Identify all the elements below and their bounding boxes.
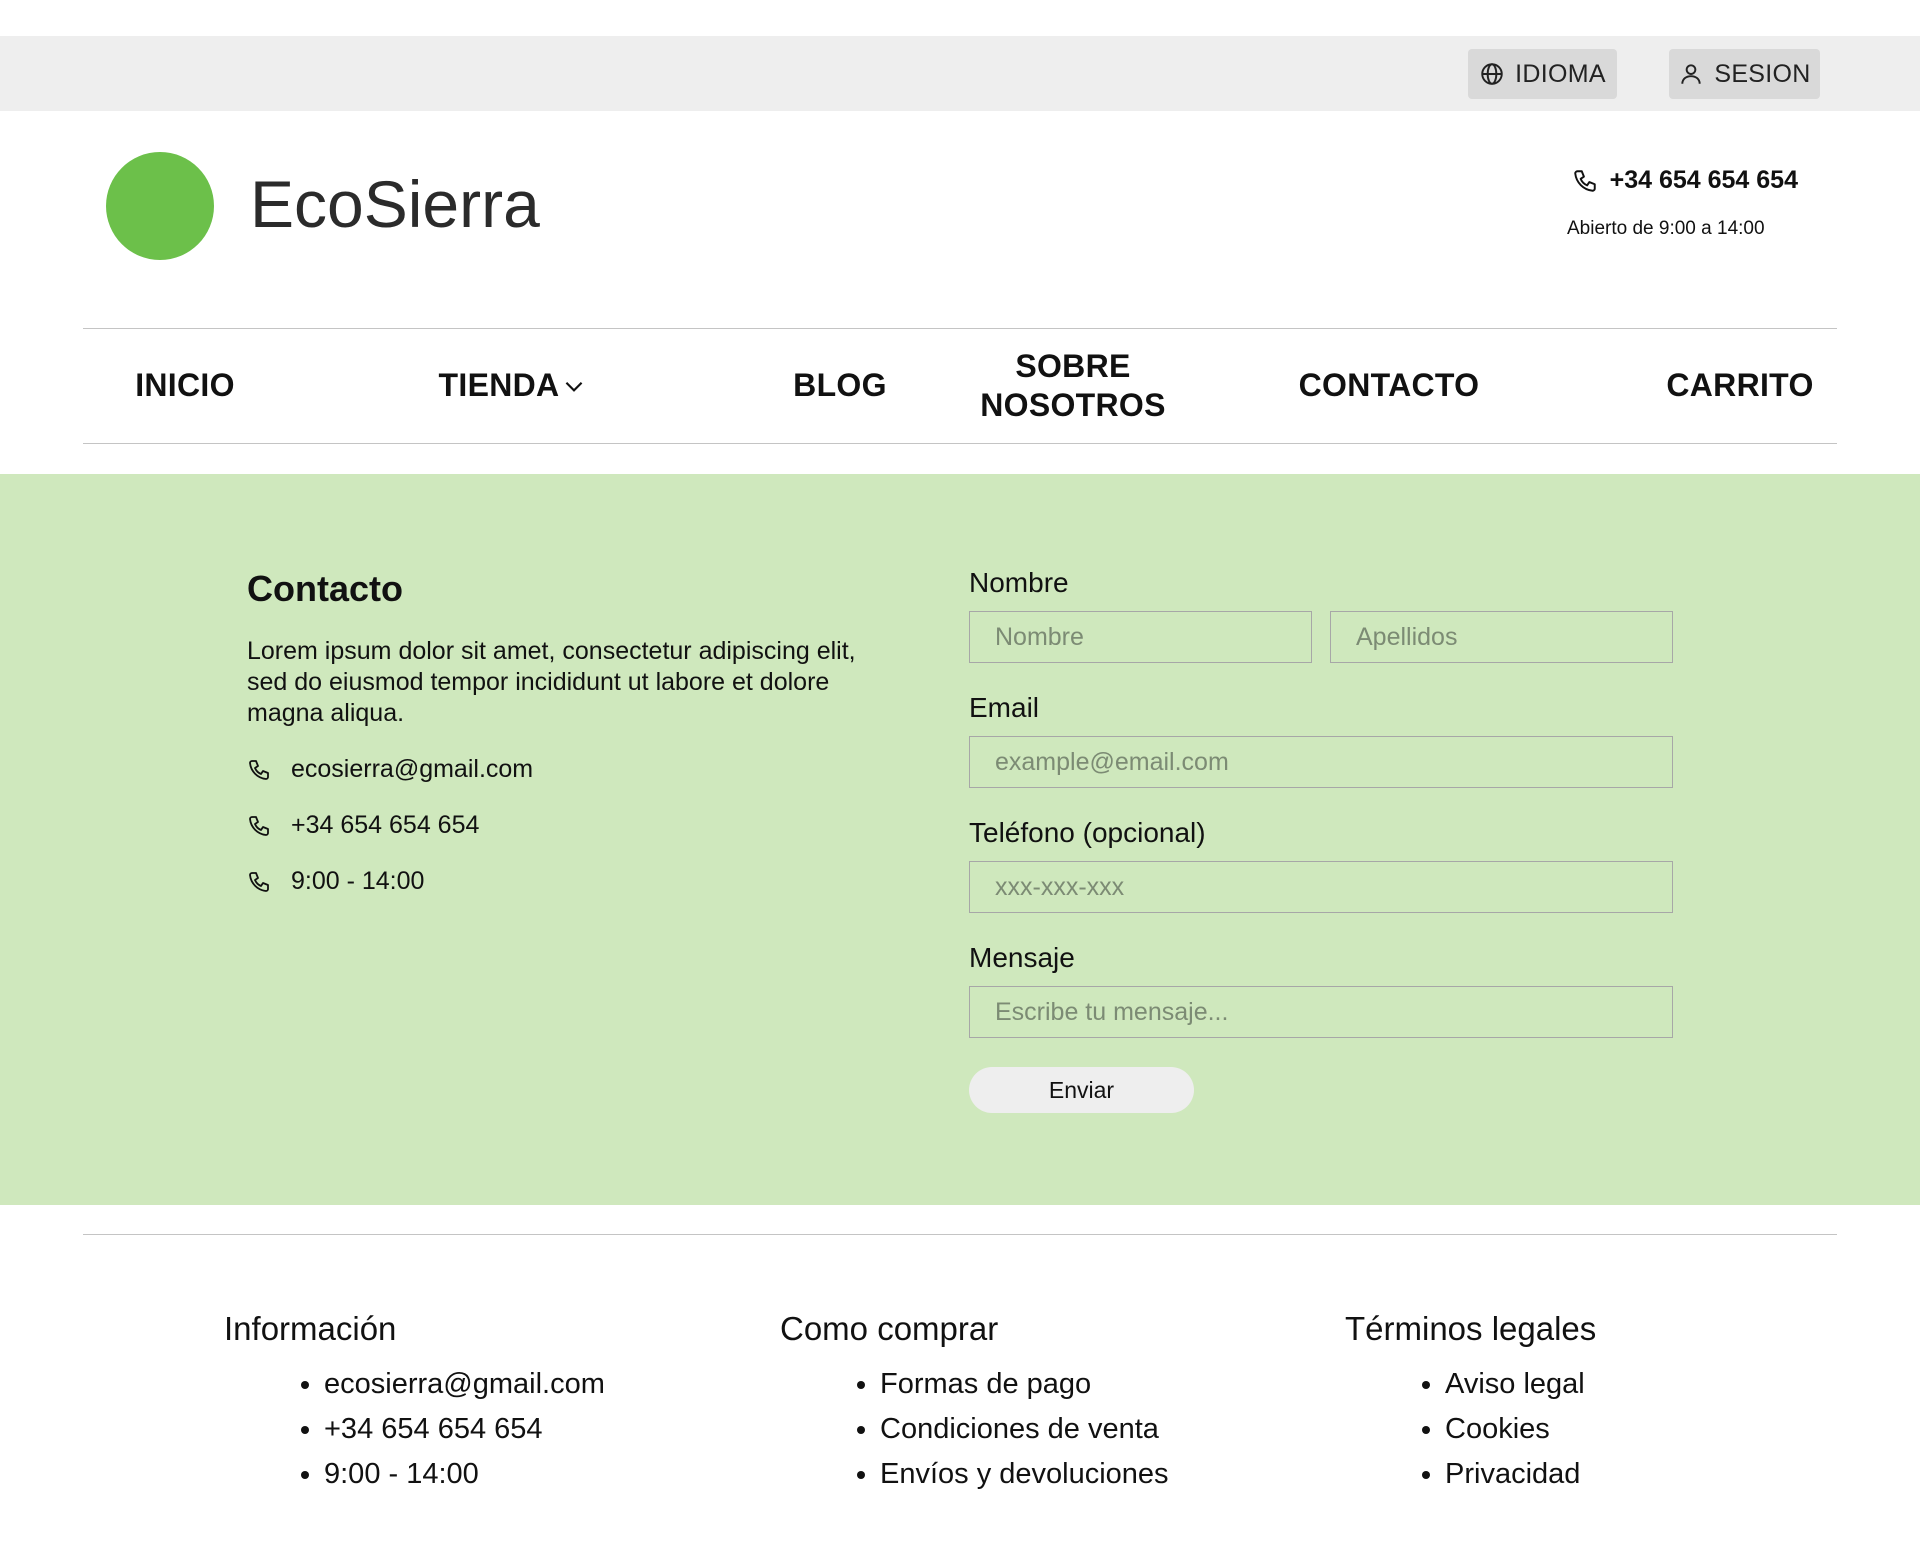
header-phone: +34 654 654 654: [1572, 166, 1798, 195]
nav-item-contacto[interactable]: CONTACTO: [1283, 328, 1495, 443]
footer-column-title: Términos legales: [1345, 1310, 1597, 1347]
logo[interactable]: [106, 152, 214, 260]
footer-column-title: Información: [224, 1310, 397, 1347]
header-phone-number: +34 654 654 654: [1609, 166, 1798, 194]
contact-email: ecosierra@gmail.com: [247, 755, 533, 784]
footer-column-como-comprar: Como comprar Formas de pago Condiciones …: [780, 1310, 1169, 1497]
contact-hours: 9:00 - 14:00: [247, 867, 424, 896]
contact-email-text: ecosierra@gmail.com: [291, 755, 534, 783]
contact-hours-text: 9:00 - 14:00: [291, 867, 425, 895]
last-name-input[interactable]: [1330, 611, 1673, 663]
message-label: Mensaje: [969, 942, 1075, 973]
name-label: Nombre: [969, 567, 1069, 598]
footer-link[interactable]: 9:00 - 14:00: [324, 1452, 605, 1497]
footer-list: Aviso legal Cookies Privacidad: [1345, 1362, 1596, 1497]
phone-icon: [1573, 169, 1596, 192]
footer-column-informacion: Información ecosierra@gmail.com +34 654 …: [224, 1310, 605, 1497]
main-nav: INICIO TIENDA BLOG SOBRE NOSOTROS CONTAC…: [83, 328, 1837, 443]
language-button[interactable]: IDIOMA: [1468, 49, 1617, 99]
footer-list: ecosierra@gmail.com +34 654 654 654 9:00…: [224, 1362, 605, 1497]
footer-link[interactable]: Cookies: [1445, 1407, 1596, 1452]
nav-item-tienda[interactable]: TIENDA: [383, 328, 643, 443]
footer-link[interactable]: ecosierra@gmail.com: [324, 1362, 605, 1407]
nav-item-sobre-nosotros[interactable]: SOBRE NOSOTROS: [963, 328, 1183, 443]
footer-column-title: Como comprar: [780, 1310, 999, 1347]
email-label: Email: [969, 692, 1040, 723]
nav-label: TIENDA: [438, 367, 560, 403]
footer-list: Formas de pago Condiciones de venta Enví…: [780, 1362, 1169, 1497]
contact-description: Lorem ipsum dolor sit amet, consectetur …: [247, 637, 856, 727]
top-bar: IDIOMA SESION: [0, 36, 1920, 111]
phone-label: Teléfono (opcional): [969, 817, 1206, 848]
first-name-input[interactable]: [969, 611, 1312, 663]
footer-link[interactable]: +34 654 654 654: [324, 1407, 605, 1452]
globe-icon: [1481, 63, 1503, 85]
contact-phone: +34 654 654 654: [247, 811, 479, 840]
phone-icon: [249, 759, 269, 780]
phone-icon: [249, 815, 269, 836]
phone-icon: [249, 871, 269, 892]
nav-label: SOBRE NOSOTROS: [980, 347, 1166, 423]
nav-label: CONTACTO: [1298, 367, 1480, 403]
contact-title: Contacto: [247, 568, 403, 609]
nav-item-inicio[interactable]: INICIO: [83, 328, 287, 443]
footer-link[interactable]: Condiciones de venta: [880, 1407, 1169, 1452]
footer-link[interactable]: Privacidad: [1445, 1452, 1596, 1497]
contact-phone-text: +34 654 654 654: [291, 811, 480, 839]
footer-link[interactable]: Formas de pago: [880, 1362, 1169, 1407]
phone-input[interactable]: [969, 861, 1673, 913]
session-label: SESION: [1714, 59, 1811, 88]
brand-name[interactable]: EcoSierra: [250, 166, 540, 242]
email-input[interactable]: [969, 736, 1673, 788]
nav-label: BLOG: [793, 367, 887, 403]
nav-item-blog[interactable]: BLOG: [683, 328, 997, 443]
nav-item-carrito[interactable]: CARRITO: [1643, 328, 1837, 443]
language-label: IDIOMA: [1515, 59, 1606, 88]
submit-button[interactable]: Enviar: [969, 1067, 1194, 1113]
session-button[interactable]: SESION: [1669, 49, 1820, 99]
nav-label: INICIO: [135, 367, 235, 403]
message-input[interactable]: [969, 986, 1673, 1038]
chevron-down-icon: [566, 381, 583, 392]
footer-divider: [83, 1234, 1837, 1235]
footer-link[interactable]: Aviso legal: [1445, 1362, 1596, 1407]
nav-divider-bottom: [83, 443, 1837, 444]
nav-label: CARRITO: [1666, 367, 1814, 403]
user-icon: [1681, 64, 1702, 84]
footer-link[interactable]: Envíos y devoluciones: [880, 1452, 1169, 1497]
header-hours: Abierto de 9:00 a 14:00: [1567, 218, 1765, 239]
footer-column-terminos-legales: Términos legales Aviso legal Cookies Pri…: [1345, 1310, 1596, 1497]
